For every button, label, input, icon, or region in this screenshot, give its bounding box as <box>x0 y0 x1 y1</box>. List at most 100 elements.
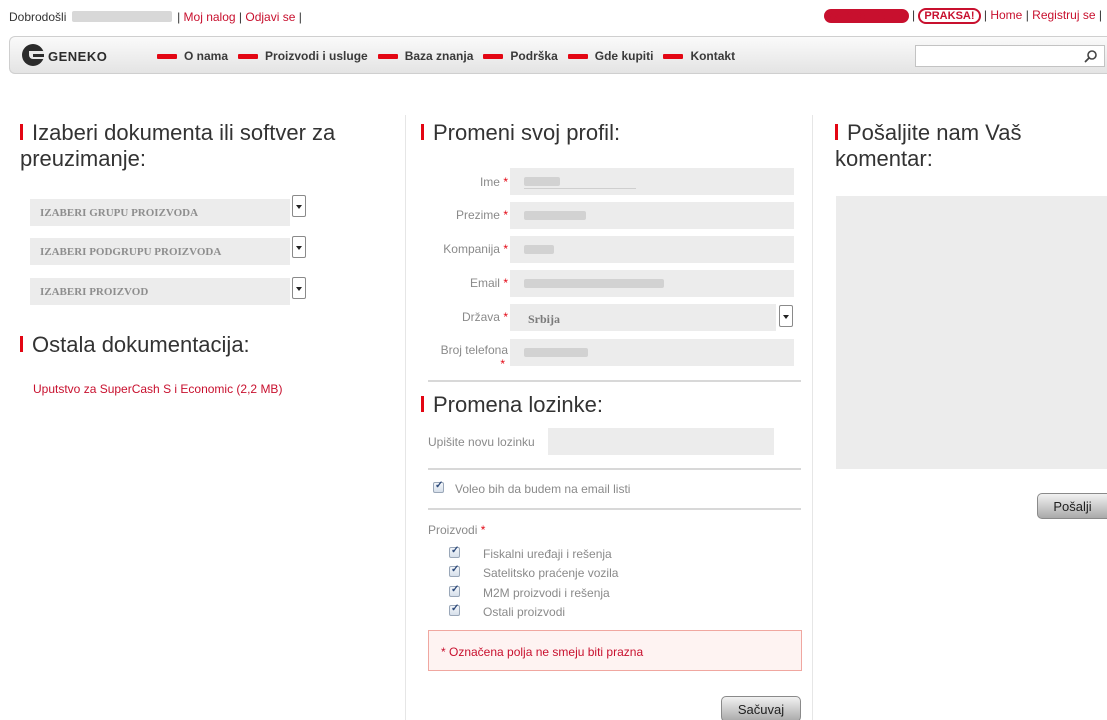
mailing-list-checkbox[interactable] <box>433 480 444 493</box>
new-password-input[interactable] <box>548 428 774 455</box>
nav-item-label: Podrška <box>510 49 558 63</box>
heading-text: Ostala dokumentacija: <box>32 332 250 357</box>
download-heading: Izaberi dokumenta ili softver za preuzim… <box>20 120 335 172</box>
nav-item-label: Gde kupiti <box>594 49 654 63</box>
separator: | <box>983 8 987 22</box>
nav-item-where-to-buy[interactable]: Gde kupiti <box>567 49 654 63</box>
heading-text: Pošaljite nam Vaš <box>847 120 1022 145</box>
nav-item-about[interactable]: O nama <box>157 49 228 63</box>
product-label: Ostali proizvodi <box>483 605 566 619</box>
comment-heading: Pošaljite nam Vaš komentar: <box>835 120 1021 172</box>
phone-label: Broj telefona * <box>440 343 508 371</box>
logo-text: GENEKO <box>48 44 108 65</box>
heading-bar <box>20 336 23 352</box>
password-heading: Promena lozinke: <box>421 392 603 418</box>
jobs-badge-link[interactable]: ZAPOSLENJE! <box>823 9 909 23</box>
logo-link[interactable]: GENEKO <box>22 44 107 66</box>
name-field[interactable] <box>510 168 794 195</box>
section-divider <box>428 508 801 510</box>
manual-download-link[interactable]: Uputstvo za SuperCash S i Economic (2,2 … <box>33 382 282 396</box>
dash-icon <box>567 53 588 59</box>
product-group-select[interactable]: IZABERI GRUPU PROIZVODA <box>30 199 290 226</box>
dash-icon <box>663 53 684 59</box>
product-label: M2M proizvodi i rešenja <box>483 586 610 600</box>
product-checkbox[interactable] <box>449 545 460 558</box>
section-divider <box>428 380 801 382</box>
chevron-down-icon[interactable] <box>779 305 793 327</box>
heading-text: Izaberi dokumenta ili softver za <box>32 120 336 145</box>
my-account-link[interactable]: Moj nalog <box>184 10 236 24</box>
product-subgroup-select[interactable]: IZABERI PODGRUPU PROIZVODA <box>30 238 290 265</box>
search-box <box>915 45 1105 67</box>
mailing-list-label: Voleo bih da budem na email listi <box>455 482 631 496</box>
notice-text: * Označena polja ne smeju biti prazna <box>441 645 644 659</box>
separator: | <box>1025 8 1029 22</box>
product-label: Satelitsko praćenje vozila <box>483 566 619 580</box>
dash-icon <box>238 53 259 59</box>
nav-item-label: O nama <box>184 49 229 63</box>
heading-text: komentar: <box>835 146 933 171</box>
user-name-redacted <box>71 11 172 22</box>
chevron-down-icon[interactable] <box>292 277 306 299</box>
heading-bar <box>835 124 838 140</box>
column-divider <box>405 115 406 720</box>
heading-bar <box>421 124 424 140</box>
comment-textarea[interactable] <box>836 196 1107 469</box>
nav-item-knowledge-base[interactable]: Baza znanja <box>377 49 473 63</box>
surname-label: Prezime * <box>455 208 508 222</box>
email-field[interactable] <box>510 270 794 297</box>
user-links: Dobrodošli | Moj nalog | Odjavi se | <box>9 10 302 24</box>
required-fields-notice: * Označena polja ne smeju biti prazna <box>428 630 802 671</box>
heading-text: Promeni svoj profil: <box>433 120 621 145</box>
save-button[interactable]: Sačuvaj <box>721 696 801 720</box>
separator: | <box>911 8 916 22</box>
email-label: Email * <box>469 276 508 290</box>
send-button[interactable]: Pošalji <box>1037 493 1107 519</box>
chevron-down-icon[interactable] <box>292 195 306 217</box>
product-select[interactable]: IZABERI PROIZVOD <box>30 278 290 305</box>
main-navbar: GENEKO O nama Proizvodi i usluge Baza zn… <box>9 36 1107 74</box>
top-bar: Dobrodošli | Moj nalog | Odjavi se | ZAP… <box>0 0 1107 36</box>
company-label: Kompanija * <box>443 242 508 256</box>
nav-item-label: Kontakt <box>690 49 736 63</box>
nav-menu: O nama Proizvodi i usluge Baza znanja Po… <box>157 49 745 63</box>
heading-text: preuzimanje: <box>20 146 146 171</box>
other-docs-heading: Ostala dokumentacija: <box>20 332 250 358</box>
dash-icon <box>377 53 398 59</box>
nav-item-products[interactable]: Proizvodi i usluge <box>238 49 368 63</box>
register-link[interactable]: Registruj se <box>1032 8 1095 22</box>
products-label: Proizvodi * <box>428 523 486 537</box>
dash-icon <box>483 53 504 59</box>
heading-text: Promena lozinke: <box>433 392 603 417</box>
nav-item-contact[interactable]: Kontakt <box>663 49 735 63</box>
separator: | <box>238 10 243 24</box>
welcome-text: Dobrodošli <box>9 10 67 24</box>
heading-bar <box>20 124 23 140</box>
nav-item-label: Proizvodi i usluge <box>265 49 368 63</box>
product-checkbox[interactable] <box>449 584 460 597</box>
section-divider <box>428 468 801 470</box>
separator: | <box>177 10 181 24</box>
profile-heading: Promeni svoj profil: <box>421 120 620 146</box>
home-link[interactable]: Home <box>990 8 1022 22</box>
product-checkbox[interactable] <box>449 564 460 577</box>
logout-link[interactable]: Odjavi se <box>245 10 295 24</box>
product-checkbox[interactable] <box>449 603 460 616</box>
site-links: ZAPOSLENJE! | PRAKSA! | Home | Registruj… <box>823 8 1102 24</box>
company-field[interactable] <box>510 236 794 263</box>
country-select[interactable]: Srbija <box>510 304 776 331</box>
phone-field[interactable] <box>510 339 794 366</box>
heading-bar <box>421 396 424 412</box>
new-password-label: Upišite novu lozinku <box>428 435 535 449</box>
search-input[interactable] <box>916 46 1076 66</box>
chevron-down-icon[interactable] <box>292 236 306 258</box>
name-label: Ime * <box>479 175 508 189</box>
product-label: Fiskalni uređaji i rešenja <box>483 547 612 561</box>
country-value: Srbija <box>528 312 561 326</box>
dash-icon <box>157 53 177 59</box>
nav-item-support[interactable]: Podrška <box>483 49 558 63</box>
surname-field[interactable] <box>510 202 794 229</box>
column-divider <box>812 115 813 720</box>
search-icon[interactable] <box>1084 49 1098 63</box>
internship-badge-link[interactable]: PRAKSA! <box>918 8 981 24</box>
